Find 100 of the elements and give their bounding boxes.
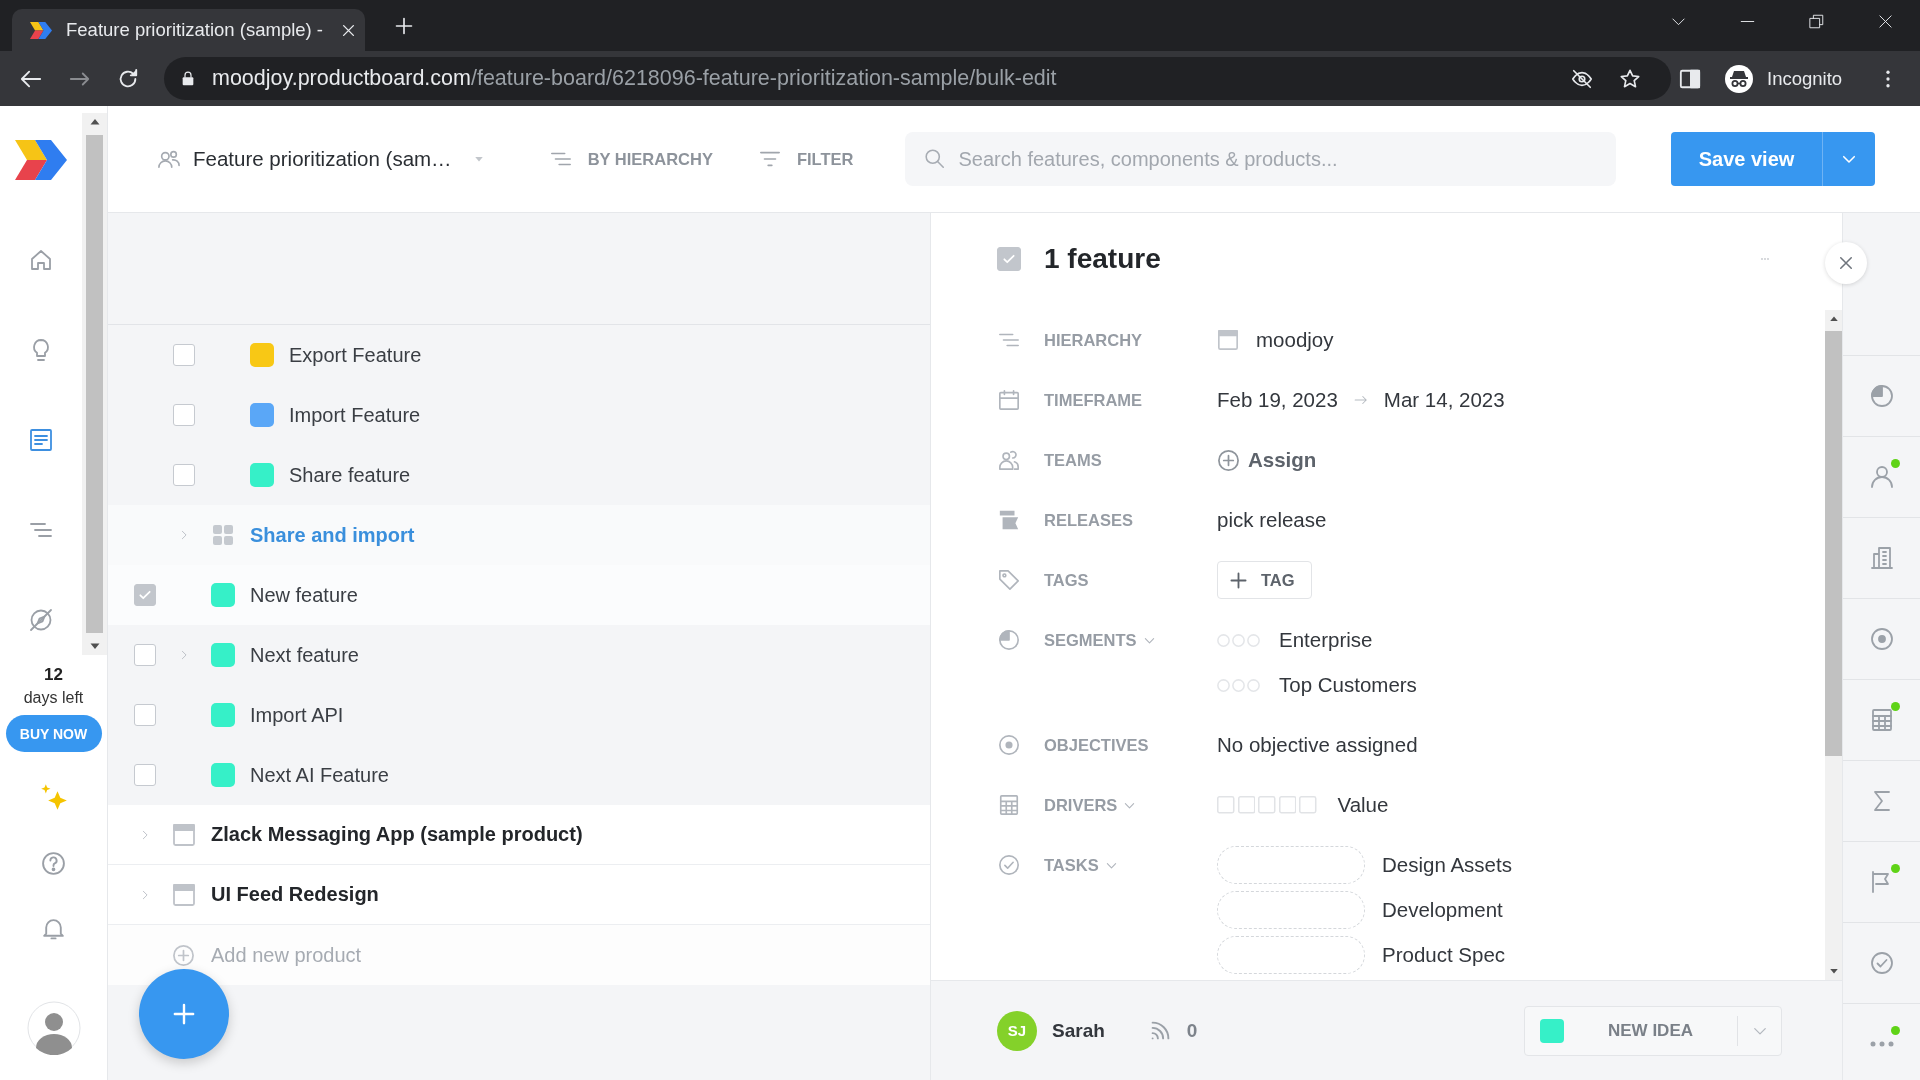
empty-dot-icon[interactable] xyxy=(1247,633,1260,647)
selection-title: 1 feature xyxy=(1044,242,1161,275)
tree-row[interactable]: UI Feed Redesign xyxy=(108,865,930,925)
check-icon xyxy=(137,588,152,602)
field-label: DRIVERS xyxy=(1044,795,1118,815)
reload-icon[interactable] xyxy=(117,67,139,90)
plus-icon xyxy=(1230,571,1247,589)
help-icon[interactable] xyxy=(41,851,66,876)
checkbox[interactable] xyxy=(172,404,195,426)
building-icon[interactable] xyxy=(1869,546,1894,570)
check-circle-icon[interactable] xyxy=(1869,951,1894,975)
calendar-icon xyxy=(998,389,1020,411)
followers-count: 0 xyxy=(1186,1019,1198,1042)
plus-icon xyxy=(173,1003,195,1025)
crossed-compass-icon[interactable] xyxy=(29,607,53,632)
scroll-down-icon xyxy=(1828,966,1839,976)
new-tab-icon[interactable] xyxy=(395,17,413,35)
side-panel-icon[interactable] xyxy=(1679,67,1701,90)
empty-square-icon[interactable] xyxy=(1299,796,1317,814)
profile-button[interactable]: Incognito xyxy=(1723,60,1847,97)
field-label: TASKS xyxy=(1044,855,1099,875)
empty-square-icon[interactable] xyxy=(1278,796,1296,814)
empty-square-icon[interactable] xyxy=(1217,796,1235,814)
trial-days-caption: days left xyxy=(23,688,84,708)
empty-square-icon[interactable] xyxy=(1258,796,1276,814)
sparkle-icon[interactable] xyxy=(39,783,68,811)
hierarchy-value[interactable]: moodjoy xyxy=(1256,328,1334,352)
document-icon[interactable] xyxy=(29,427,53,452)
empty-dot-icon[interactable] xyxy=(1232,633,1245,647)
calculator-icon[interactable] xyxy=(1869,708,1894,732)
scrollbar[interactable] xyxy=(82,113,107,655)
signal-arcs-icon xyxy=(1149,1020,1171,1041)
scrollbar-thumb[interactable] xyxy=(86,135,103,633)
grid-icon xyxy=(210,523,235,547)
people-icon xyxy=(998,449,1020,471)
status-dropdown[interactable]: NEW IDEA xyxy=(1524,1005,1782,1056)
feature-title: Next feature xyxy=(250,643,359,667)
field-value[interactable]: No objective assigned xyxy=(1217,733,1418,757)
checkbox[interactable] xyxy=(172,344,195,366)
close-window-icon[interactable] xyxy=(1878,13,1893,29)
add-tag-button[interactable]: TAG xyxy=(1217,561,1312,599)
field-label: TIMEFRAME xyxy=(1044,390,1143,410)
feature-title: Export Feature xyxy=(289,343,422,367)
window-icon xyxy=(171,822,196,847)
tree-row[interactable]: Zlack Messaging App (sample product) xyxy=(108,805,930,865)
flag-icon xyxy=(998,509,1020,531)
field-value[interactable]: pick release xyxy=(1217,508,1327,532)
board-selector[interactable]: Feature prioritization (sam… xyxy=(158,147,484,171)
component-title: Share and import xyxy=(250,523,415,547)
eye-off-icon[interactable] xyxy=(1571,67,1593,90)
browser-tab[interactable]: Feature prioritization (sample) - xyxy=(12,9,365,51)
user-avatar-icon[interactable] xyxy=(26,1001,81,1055)
plus-circle-icon xyxy=(172,943,195,967)
feature-title: New feature xyxy=(250,583,358,607)
add-button[interactable] xyxy=(139,969,229,1059)
task-name: Design Assets xyxy=(1382,853,1512,877)
field-label: OBJECTIVES xyxy=(1044,735,1149,755)
pie-chart-icon xyxy=(998,629,1020,651)
checkbox[interactable] xyxy=(172,464,195,486)
empty-dot-icon[interactable] xyxy=(1217,678,1230,692)
restore-icon[interactable] xyxy=(1809,13,1824,29)
save-options-button[interactable] xyxy=(1822,132,1875,186)
close-button[interactable] xyxy=(1825,242,1867,284)
search-field[interactable]: Search features, components & products... xyxy=(905,132,1617,186)
start-date[interactable]: Feb 19, 2023 xyxy=(1217,388,1338,412)
target-icon[interactable] xyxy=(1869,627,1894,651)
feature-title: Next AI Feature xyxy=(250,763,389,787)
person-icon[interactable] xyxy=(1869,465,1894,489)
checkbox[interactable] xyxy=(133,764,156,786)
tree-row[interactable]: New feature xyxy=(108,565,930,625)
caret-down-icon xyxy=(473,154,484,164)
empty-dot-icon[interactable] xyxy=(1247,678,1260,692)
close-icon xyxy=(1839,256,1853,270)
driver-name: Value xyxy=(1337,793,1389,817)
empty-dot-icon[interactable] xyxy=(1217,633,1230,647)
checkbox[interactable] xyxy=(133,584,156,606)
select-all-checkbox[interactable] xyxy=(997,246,1021,271)
scroll-up-icon xyxy=(1828,314,1839,324)
checkbox[interactable] xyxy=(133,644,156,666)
product-title: Zlack Messaging App (sample product) xyxy=(211,823,583,846)
scrollbar[interactable] xyxy=(1825,310,1842,980)
app-logo-icon[interactable] xyxy=(15,139,67,180)
home-icon[interactable] xyxy=(29,247,53,272)
scrollbar-thumb[interactable] xyxy=(1825,331,1842,756)
pie-chart-icon[interactable] xyxy=(1869,384,1894,408)
star-icon[interactable] xyxy=(1619,67,1641,90)
plus-circle-icon xyxy=(1217,448,1240,472)
checkbox[interactable] xyxy=(133,704,156,726)
app-logo-icon xyxy=(30,21,52,39)
assign-button[interactable]: Assign xyxy=(1217,445,1317,475)
segment-name: Enterprise xyxy=(1279,628,1373,652)
close-tab-icon[interactable] xyxy=(342,23,355,37)
add-product-label: Add new product xyxy=(211,943,362,967)
end-date[interactable]: Mar 14, 2023 xyxy=(1383,388,1505,412)
bell-icon[interactable] xyxy=(41,916,66,941)
address-field[interactable]: moodjoy.productboard.com/feature-board/6218096-feature-prioritization-sample/bulk-edit xyxy=(164,57,1671,100)
feature-title: Import API xyxy=(250,703,344,727)
empty-dot-icon[interactable] xyxy=(1232,678,1245,692)
segment-name: Top Customers xyxy=(1279,673,1417,697)
empty-square-icon[interactable] xyxy=(1237,796,1255,814)
